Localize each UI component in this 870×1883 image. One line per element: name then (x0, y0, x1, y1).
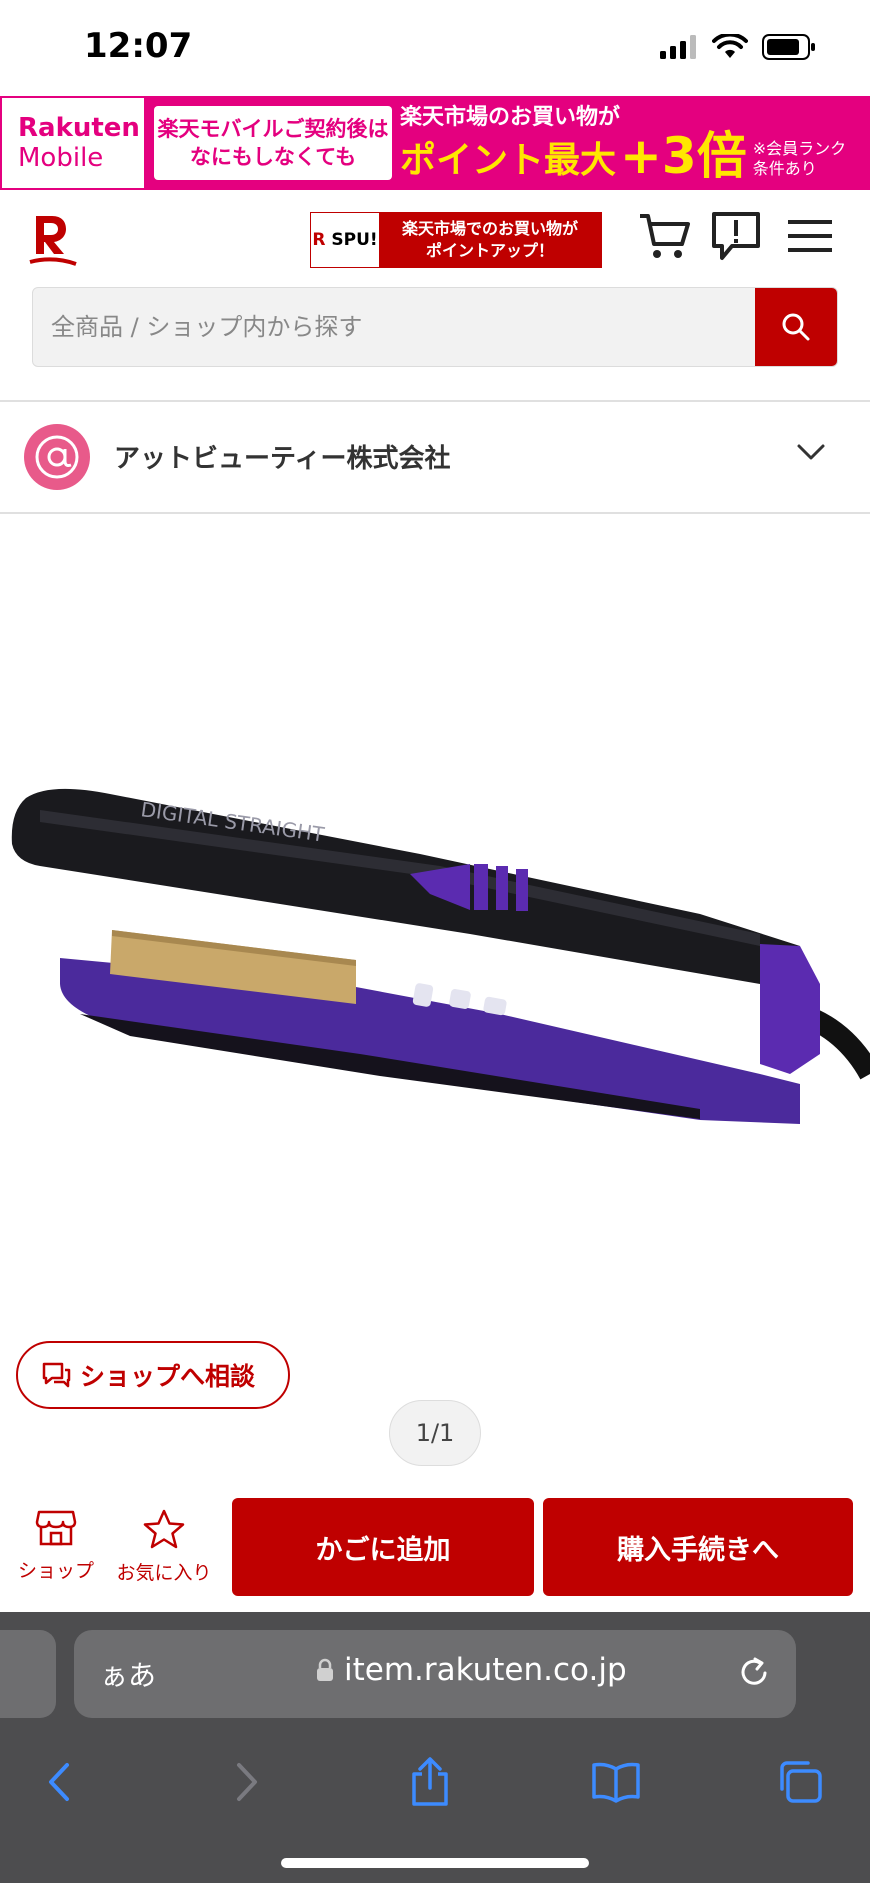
shop-button-label: ショップ (17, 1560, 94, 1582)
promo-right-big: ポイント最大 +3倍 ※会員ランク 条件あり (400, 131, 846, 181)
checkout-label: 購入手続きへ (617, 1534, 779, 1566)
promo-banner[interactable]: Rakuten Mobile 楽天モバイルご契約後は なにもしなくても 楽天市場… (0, 96, 870, 190)
search-button[interactable] (755, 288, 837, 366)
back-button[interactable] (32, 1756, 84, 1808)
favorite-button[interactable]: お気に入り (114, 1508, 214, 1598)
spu-banner[interactable]: R SPU! 楽天市場でのお買い物が ポイントアップ！ (310, 212, 602, 268)
chevron-left-icon (49, 1763, 69, 1801)
spu-r-icon: R (312, 230, 326, 250)
add-to-cart-label: かごに追加 (315, 1534, 451, 1566)
consult-shop-button[interactable]: ショップへ相談 (16, 1341, 290, 1409)
wifi-icon (712, 34, 748, 58)
home-indicator (281, 1858, 589, 1868)
browser-nav-row (0, 1742, 870, 1822)
promo-note: ※会員ランク 条件あり (753, 139, 846, 179)
add-to-cart-button[interactable]: かごに追加 (232, 1498, 534, 1596)
spu-line1: 楽天市場でのお買い物が (401, 219, 578, 238)
signal-icon (660, 35, 696, 59)
book-icon (592, 1762, 640, 1803)
forward-button[interactable] (222, 1756, 274, 1808)
product-image[interactable]: DIGITAL STRAIGHT (0, 514, 870, 1274)
shop-name: アットビューティー株式会社 (114, 444, 451, 474)
battery-icon (762, 34, 815, 60)
promo-multiplier: +3倍 (620, 127, 747, 185)
url-text: item.rakuten.co.jp (344, 1652, 627, 1688)
address-bar[interactable]: ぁあ item.rakuten.co.jp (74, 1630, 796, 1718)
spu-line2: ポイントアップ！ (425, 241, 554, 260)
action-bar: ショップ お気に入り かごに追加 購入手続きへ (0, 1490, 870, 1612)
search-bar (32, 287, 838, 367)
at-mark-icon (35, 435, 79, 479)
inquiry-icon[interactable] (708, 208, 764, 264)
promo-left-line1: 楽天モバイルご契約後は (157, 117, 389, 141)
promo-logo-line2: Mobile (18, 143, 104, 173)
url-display[interactable]: item.rakuten.co.jp (316, 1652, 627, 1688)
hair-straightener-image: DIGITAL STRAIGHT (11, 788, 870, 1124)
previous-tab-peek[interactable] (0, 1630, 56, 1718)
bookmarks-button[interactable] (590, 1756, 642, 1808)
chat-icon (42, 1362, 71, 1388)
promo-left-box: 楽天モバイルご契約後は なにもしなくても (154, 106, 392, 180)
chevron-right-icon (237, 1763, 257, 1801)
image-pager: 1/1 (389, 1400, 481, 1466)
status-time: 12:07 (84, 26, 193, 66)
search-icon (782, 313, 810, 341)
tabs-icon (780, 1761, 822, 1803)
cart-icon[interactable] (636, 208, 692, 264)
promo-right: 楽天市場のお買い物が ポイント最大 +3倍 ※会員ランク 条件あり (400, 105, 846, 181)
shop-button[interactable]: ショップ (6, 1508, 106, 1598)
promo-left-line2: なにもしなくても (189, 145, 357, 169)
promo-note-line2: 条件あり (752, 159, 817, 178)
star-icon (143, 1509, 185, 1549)
reload-icon[interactable] (734, 1652, 774, 1692)
status-bar: 12:07 (0, 0, 870, 96)
share-icon (412, 1757, 448, 1806)
promo-logo-line1: Rakuten (18, 113, 140, 143)
checkout-button[interactable]: 購入手続きへ (543, 1498, 853, 1596)
search-input[interactable] (33, 288, 755, 366)
site-header: R SPU! 楽天市場でのお買い物が ポイントアップ！ (0, 190, 870, 290)
promo-point-text: ポイント最大 (400, 140, 617, 181)
rakuten-mobile-logo: Rakuten Mobile (0, 96, 146, 190)
shop-avatar (24, 424, 90, 490)
shop-row[interactable]: アットビューティー株式会社 (0, 402, 870, 512)
lock-icon (317, 1658, 333, 1681)
browser-toolbar: ぁあ item.rakuten.co.jp (0, 1612, 870, 1883)
spu-badge-label: SPU! (331, 230, 378, 250)
share-button[interactable] (404, 1756, 456, 1808)
rakuten-r-logo[interactable] (28, 212, 78, 268)
pager-text: 1/1 (415, 1419, 455, 1447)
shop-icon (35, 1510, 77, 1546)
chevron-down-icon[interactable] (796, 442, 826, 462)
reader-options-button[interactable]: ぁあ (100, 1654, 156, 1694)
tabs-button[interactable] (774, 1756, 826, 1808)
status-icons (660, 34, 816, 60)
promo-note-line1: ※会員ランク (752, 139, 847, 158)
menu-icon[interactable] (782, 208, 838, 264)
favorite-button-label: お気に入り (116, 1562, 212, 1584)
consult-label: ショップへ相談 (80, 1362, 256, 1391)
spu-message: 楽天市場でのお買い物が ポイントアップ！ (379, 213, 601, 267)
spu-badge: R SPU! (311, 213, 379, 267)
